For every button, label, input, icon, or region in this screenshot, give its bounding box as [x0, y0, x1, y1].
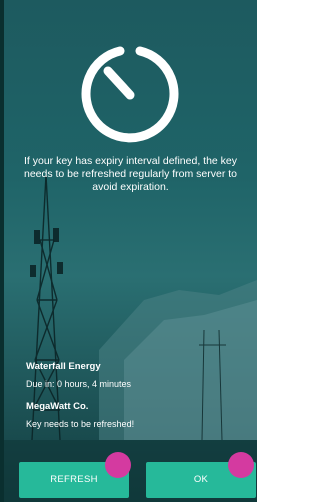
touch-indicator: [228, 452, 254, 478]
key-name: Waterfall Energy: [26, 361, 101, 372]
key-name: MegaWatt Co.: [26, 401, 89, 412]
key-status: Key needs to be refreshed!: [26, 419, 135, 429]
touch-indicator: [105, 452, 131, 478]
key-expiry-screen: If your key has expiry interval defined,…: [0, 0, 257, 502]
expiry-info-text: If your key has expiry interval defined,…: [23, 155, 238, 193]
timer-icon: [81, 46, 179, 143]
key-status: Due in: 0 hours, 4 minutes: [26, 379, 132, 389]
